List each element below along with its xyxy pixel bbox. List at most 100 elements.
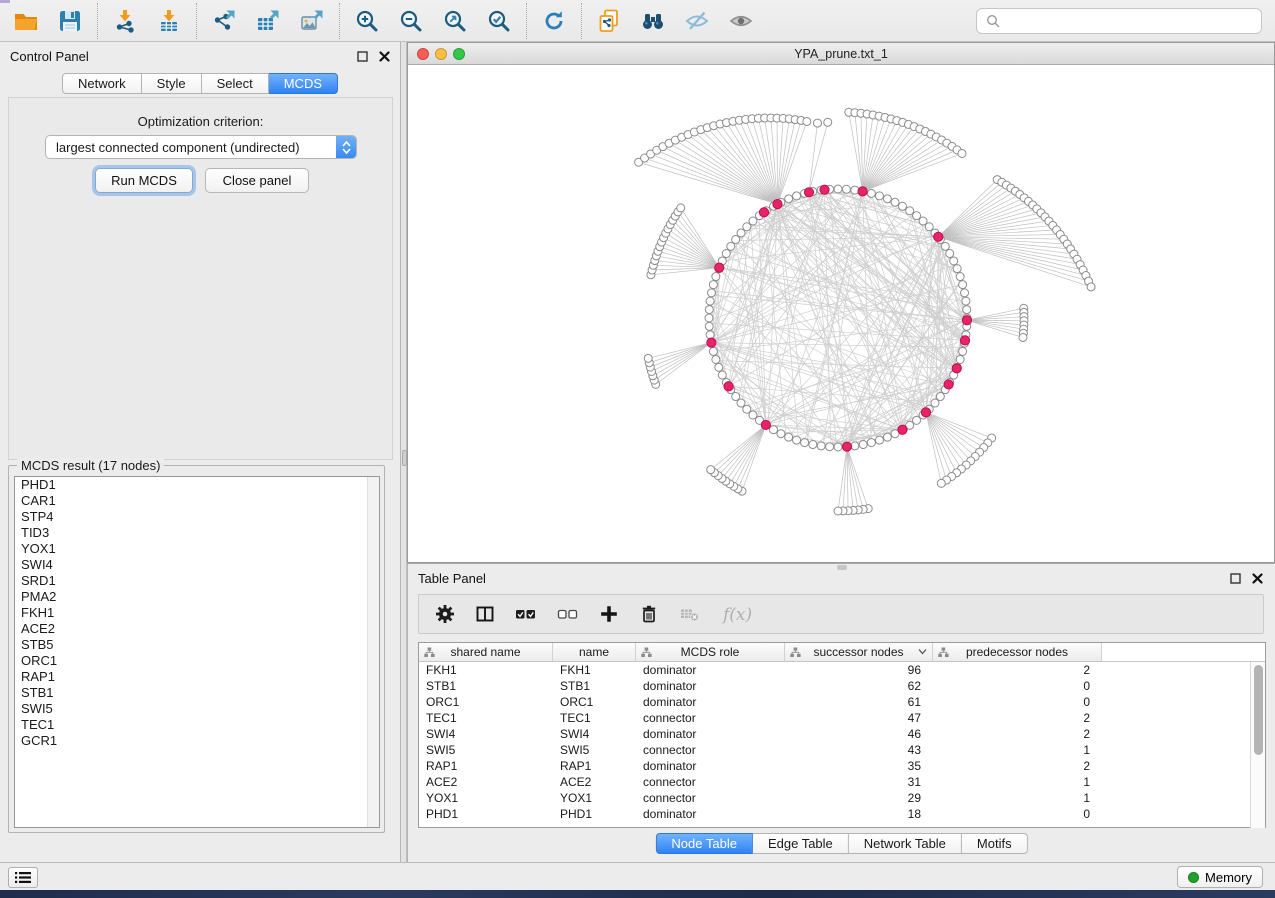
search-input[interactable] (1007, 10, 1261, 32)
float-table-panel-button[interactable] (1227, 571, 1243, 585)
mcds-result-item[interactable]: RAP1 (15, 669, 379, 685)
table-row[interactable]: PHD1PHD1dominator180 (419, 806, 1251, 822)
criterion-selected-value: largest connected component (undirected) (46, 140, 336, 155)
hide-graphics-button[interactable] (675, 3, 719, 39)
mcds-result-item[interactable]: STB5 (15, 637, 379, 653)
splitter-handle[interactable] (402, 450, 407, 466)
network-canvas[interactable] (408, 65, 1274, 562)
export-image-button[interactable] (290, 3, 334, 39)
export-network-button[interactable] (202, 3, 246, 39)
sort-descending-icon (918, 648, 927, 655)
mcds-result-item[interactable]: FKH1 (15, 605, 379, 621)
mcds-result-item[interactable]: TEC1 (15, 717, 379, 733)
tab-network[interactable]: Network (62, 73, 142, 94)
show-columns-button[interactable] (475, 604, 495, 624)
table-row[interactable]: SWI4SWI4dominator462 (419, 726, 1251, 742)
zoom-out-button[interactable] (389, 3, 433, 39)
network-svg[interactable] (408, 65, 1274, 562)
mcds-result-item[interactable]: SWI4 (15, 557, 379, 573)
mcds-result-item[interactable]: STP4 (15, 509, 379, 525)
search-network-button[interactable] (631, 3, 675, 39)
table-cell: 1 (933, 742, 1102, 758)
zoom-in-button[interactable] (345, 3, 389, 39)
tab-node-table[interactable]: Node Table (655, 833, 753, 854)
table-row[interactable]: ACE2ACE2connector311 (419, 774, 1251, 790)
close-panel-button[interactable]: Close panel (205, 168, 309, 193)
column-header-mcds-role[interactable]: MCDS role (636, 643, 785, 661)
zoom-window-button[interactable] (453, 48, 465, 60)
mcds-result-item[interactable]: SWI5 (15, 701, 379, 717)
column-header-shared-name[interactable]: shared name (419, 643, 553, 661)
export-table-button[interactable] (246, 3, 290, 39)
mcds-list-scrollbar[interactable] (367, 477, 379, 827)
mcds-result-item[interactable]: STB1 (15, 685, 379, 701)
table-row[interactable]: YOX1YOX1connector291 (419, 790, 1251, 806)
import-network-icon (112, 8, 138, 34)
column-header-predecessor-nodes[interactable]: predecessor nodes (933, 643, 1102, 661)
mcds-result-group: MCDS result (17 nodes) PHD1CAR1STP4TID3Y… (8, 465, 385, 833)
tab-select[interactable]: Select (202, 73, 269, 94)
run-mcds-button[interactable]: Run MCDS (95, 168, 193, 193)
table-settings-button[interactable] (435, 604, 455, 624)
deselect-all-button[interactable] (557, 604, 579, 624)
search-field[interactable] (976, 8, 1262, 34)
criterion-select[interactable]: largest connected component (undirected) (45, 135, 357, 159)
tab-style[interactable]: Style (142, 73, 202, 94)
float-window-icon (357, 51, 368, 62)
fx-icon: f(x) (721, 605, 752, 625)
control-panel: Control Panel Network Style Select MCDS … (0, 42, 401, 862)
mcds-result-item[interactable]: YOX1 (15, 541, 379, 557)
table-row[interactable]: TEC1TEC1connector472 (419, 710, 1251, 726)
mcds-result-item[interactable]: ACE2 (15, 621, 379, 637)
save-session-button[interactable] (48, 3, 92, 39)
close-control-panel-button[interactable] (376, 49, 392, 63)
column-header-name[interactable]: name (553, 643, 636, 661)
table-cell: RAP1 (419, 758, 553, 774)
status-menu-button[interactable] (8, 867, 38, 888)
mcds-result-item[interactable]: PHD1 (15, 477, 379, 493)
table-scrollbar[interactable] (1250, 662, 1265, 828)
refresh-button[interactable] (532, 3, 576, 39)
import-network-button[interactable] (103, 3, 147, 39)
import-table-button[interactable] (147, 3, 191, 39)
mcds-result-item[interactable]: SRD1 (15, 573, 379, 589)
zoom-fit-button[interactable] (433, 3, 477, 39)
network-view-window: YPA_prune.txt_1 (407, 42, 1275, 563)
zoom-selected-button[interactable] (477, 3, 521, 39)
scrollbar-thumb[interactable] (1254, 665, 1263, 755)
mcds-result-item[interactable]: GCR1 (15, 733, 379, 749)
trash-icon (639, 604, 659, 624)
refresh-icon (541, 8, 567, 34)
table-row[interactable]: RAP1RAP1dominator352 (419, 758, 1251, 774)
float-panel-button[interactable] (354, 49, 370, 63)
column-header-successor-nodes[interactable]: successor nodes (785, 643, 933, 661)
duplicate-network-button[interactable] (587, 3, 631, 39)
column-type-icon (938, 647, 949, 658)
memory-button[interactable]: Memory (1177, 866, 1263, 888)
tab-motifs[interactable]: Motifs (962, 833, 1028, 854)
table-panel-title: Table Panel (418, 571, 486, 586)
table-row[interactable]: ORC1ORC1dominator610 (419, 694, 1251, 710)
close-window-button[interactable] (417, 48, 429, 60)
table-row[interactable]: SWI5SWI5connector431 (419, 742, 1251, 758)
mcds-result-item[interactable]: CAR1 (15, 493, 379, 509)
add-column-button[interactable] (599, 604, 619, 624)
eye-icon (728, 8, 754, 34)
tab-edge-table[interactable]: Edge Table (753, 833, 849, 854)
mcds-result-item[interactable]: ORC1 (15, 653, 379, 669)
select-all-button[interactable] (515, 604, 537, 624)
minimize-window-button[interactable] (435, 48, 447, 60)
close-table-panel-button[interactable] (1249, 571, 1265, 585)
save-icon (57, 8, 83, 34)
tab-mcds[interactable]: MCDS (269, 73, 338, 94)
mcds-result-item[interactable]: TID3 (15, 525, 379, 541)
table-row[interactable]: STB1STB1dominator620 (419, 678, 1251, 694)
table-row[interactable]: FKH1FKH1dominator962 (419, 662, 1251, 678)
network-window-titlebar[interactable]: YPA_prune.txt_1 (408, 43, 1274, 65)
tab-network-table[interactable]: Network Table (849, 833, 962, 854)
open-file-button[interactable] (4, 3, 48, 39)
show-graphics-button[interactable] (719, 3, 763, 39)
table-cell: 46 (785, 726, 933, 742)
delete-column-button[interactable] (639, 604, 659, 624)
mcds-result-item[interactable]: PMA2 (15, 589, 379, 605)
